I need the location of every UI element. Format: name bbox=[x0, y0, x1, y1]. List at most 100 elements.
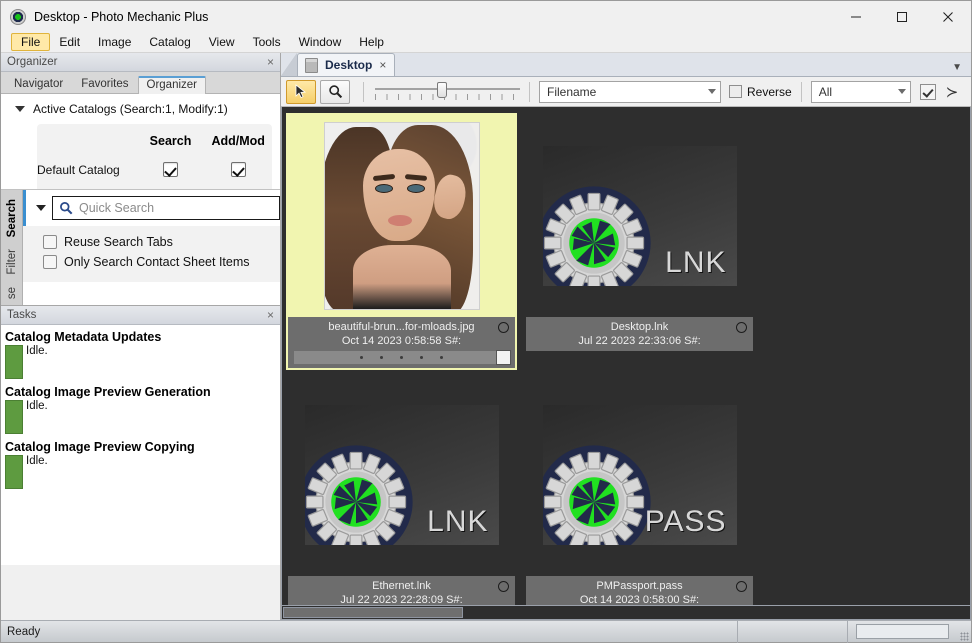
vtab-browse[interactable]: se bbox=[3, 281, 21, 305]
scrollbar-thumb[interactable] bbox=[283, 607, 463, 618]
maximize-icon[interactable] bbox=[879, 1, 925, 32]
menu-item-image[interactable]: Image bbox=[89, 32, 140, 52]
color-swatch[interactable] bbox=[496, 350, 511, 365]
rating-dot[interactable] bbox=[420, 356, 423, 359]
list-item[interactable]: LNK Desktop.lnk Jul 22 2023 22:33:06 S#: bbox=[520, 111, 758, 370]
reverse-checkbox[interactable] bbox=[729, 85, 742, 98]
color-class-circle-icon[interactable] bbox=[498, 322, 509, 333]
only-search-contact-sheet-items-label: Only Search Contact Sheet Items bbox=[64, 255, 250, 269]
rating-dot[interactable] bbox=[360, 356, 363, 359]
menu-item-edit[interactable]: Edit bbox=[50, 32, 89, 52]
rating-dot[interactable] bbox=[380, 356, 383, 359]
menu-item-view[interactable]: View bbox=[200, 32, 244, 52]
thumbnail-cell-body: beautiful-brun...for-mloads.jpg Oct 14 2… bbox=[286, 113, 517, 370]
active-catalogs-disclosure[interactable]: Active Catalogs (Search:1, Modify:1) bbox=[1, 94, 280, 122]
resize-grip-icon[interactable] bbox=[957, 621, 971, 643]
only-search-contact-sheet-items-checkbox[interactable] bbox=[43, 255, 57, 269]
filter-select[interactable]: All bbox=[810, 80, 911, 103]
thumbnail-image[interactable]: PASS bbox=[526, 374, 753, 576]
tab-close-icon[interactable]: × bbox=[379, 58, 386, 72]
cursor-arrow-icon bbox=[295, 84, 306, 99]
status-progress-box bbox=[856, 624, 949, 639]
magnifier-icon bbox=[328, 85, 342, 99]
toolbar-separator bbox=[363, 81, 364, 102]
photo-detail bbox=[407, 185, 424, 192]
thumbnail-meta: Oct 14 2023 0:58:58 S#: bbox=[341, 335, 462, 347]
close-icon[interactable] bbox=[925, 1, 971, 32]
list-item[interactable]: PASS PMPassport.pass Oct 14 2023 0:58:00… bbox=[520, 370, 758, 606]
chevron-down-icon[interactable] bbox=[15, 106, 25, 112]
arrow-tool-button[interactable] bbox=[286, 79, 316, 104]
rating-bar[interactable] bbox=[294, 350, 511, 365]
tabstrip-chevron-down-icon[interactable]: ▼ bbox=[952, 62, 971, 76]
menu-item-window[interactable]: Window bbox=[290, 32, 351, 52]
tab-desktop[interactable]: Desktop × bbox=[297, 53, 396, 76]
thumbnail-image[interactable] bbox=[288, 115, 515, 317]
horizontal-scrollbar[interactable] bbox=[281, 606, 971, 620]
table-row[interactable]: Default Catalog bbox=[37, 162, 272, 177]
minimize-icon[interactable] bbox=[833, 1, 879, 32]
column-header-name bbox=[37, 134, 137, 148]
task-title: Catalog Image Preview Generation bbox=[5, 385, 211, 400]
thumbnail-size-slider[interactable] bbox=[375, 81, 520, 103]
file-type-tile: LNK bbox=[304, 405, 499, 545]
catalog-table-header: Search Add/Mod bbox=[37, 130, 272, 162]
status-message: Ready bbox=[7, 625, 41, 638]
thumbnail-meta: Oct 14 2023 0:58:00 S#: bbox=[579, 594, 700, 606]
search-expand-chevron-down-icon[interactable] bbox=[36, 205, 46, 211]
option-only-search-contact-sheet-items[interactable]: Only Search Contact Sheet Items bbox=[43, 252, 280, 272]
list-item: Catalog Metadata Updates Idle. bbox=[3, 328, 280, 383]
tasks-list: Catalog Metadata Updates Idle. Catalog I… bbox=[1, 325, 280, 566]
reuse-search-tabs-checkbox[interactable] bbox=[43, 235, 57, 249]
tab-navigator[interactable]: Navigator bbox=[5, 75, 72, 93]
search-input[interactable]: Quick Search bbox=[52, 196, 280, 220]
chevron-down-icon bbox=[897, 89, 906, 94]
reverse-option[interactable]: Reverse bbox=[729, 85, 792, 99]
color-class-circle-icon[interactable] bbox=[498, 581, 509, 592]
task-progress-row: Idle. bbox=[5, 455, 280, 490]
option-reuse-search-tabs[interactable]: Reuse Search Tabs bbox=[43, 232, 280, 252]
thumbnail-image[interactable]: LNK bbox=[526, 115, 753, 317]
task-progress-bar bbox=[5, 345, 23, 380]
rating-dot[interactable] bbox=[400, 356, 403, 359]
file-type-tile: LNK bbox=[542, 146, 737, 286]
thumbnail-caption: PMPassport.pass Oct 14 2023 0:58:00 S#: bbox=[526, 576, 753, 606]
slider-ticks bbox=[375, 93, 520, 100]
thumbnail-grid[interactable]: beautiful-brun...for-mloads.jpg Oct 14 2… bbox=[281, 107, 971, 606]
menu-item-file[interactable]: File bbox=[11, 33, 51, 51]
task-progress-bar bbox=[5, 455, 23, 490]
task-status: Idle. bbox=[26, 455, 48, 468]
catalog-addmod-checkbox[interactable] bbox=[230, 162, 246, 177]
catalog-search-checkbox[interactable] bbox=[163, 162, 179, 177]
thumbnail-filename: beautiful-brun...for-mloads.jpg bbox=[328, 321, 475, 333]
list-item[interactable]: LNK Ethernet.lnk Jul 22 2023 22:28:09 S#… bbox=[282, 370, 520, 605]
color-class-circle-icon[interactable] bbox=[736, 322, 747, 333]
photo-detail bbox=[375, 185, 392, 192]
color-class-circle-icon[interactable] bbox=[736, 581, 747, 592]
thumbnail-filename: PMPassport.pass bbox=[596, 580, 683, 592]
filter-enable-checkbox[interactable] bbox=[919, 83, 936, 100]
magnifier-tool-button[interactable] bbox=[320, 79, 350, 104]
active-catalogs-label: Active Catalogs (Search:1, Modify:1) bbox=[33, 102, 228, 116]
menu-bar: File Edit Image Catalog View Tools Windo… bbox=[1, 32, 971, 53]
vtab-filter[interactable]: Filter bbox=[3, 243, 21, 281]
list-item[interactable]: beautiful-brun...for-mloads.jpg Oct 14 2… bbox=[282, 111, 520, 370]
catalog-addmod-cell bbox=[204, 162, 272, 177]
menu-item-help[interactable]: Help bbox=[350, 32, 393, 52]
photo-preview bbox=[323, 122, 480, 310]
toolbar-overflow-icon[interactable]: ≻ bbox=[946, 83, 959, 101]
tab-favorites[interactable]: Favorites bbox=[72, 75, 137, 93]
tasks-panel-header: Tasks × bbox=[1, 306, 280, 326]
tab-organizer[interactable]: Organizer bbox=[137, 76, 207, 94]
tasks-close-icon[interactable]: × bbox=[265, 309, 276, 321]
thumbnail-image[interactable]: LNK bbox=[288, 374, 515, 576]
folder-icon bbox=[305, 57, 318, 73]
rating-dot[interactable] bbox=[440, 356, 443, 359]
organizer-close-icon[interactable]: × bbox=[265, 56, 276, 68]
vtab-search[interactable]: Search bbox=[3, 193, 21, 243]
menu-item-catalog[interactable]: Catalog bbox=[140, 32, 199, 52]
menu-item-tools[interactable]: Tools bbox=[244, 32, 290, 52]
sort-field-select[interactable]: Filename bbox=[539, 80, 721, 103]
slider-knob[interactable] bbox=[437, 81, 447, 98]
search-pane: Quick Search Reuse Search Tabs Only Sear… bbox=[23, 190, 280, 306]
